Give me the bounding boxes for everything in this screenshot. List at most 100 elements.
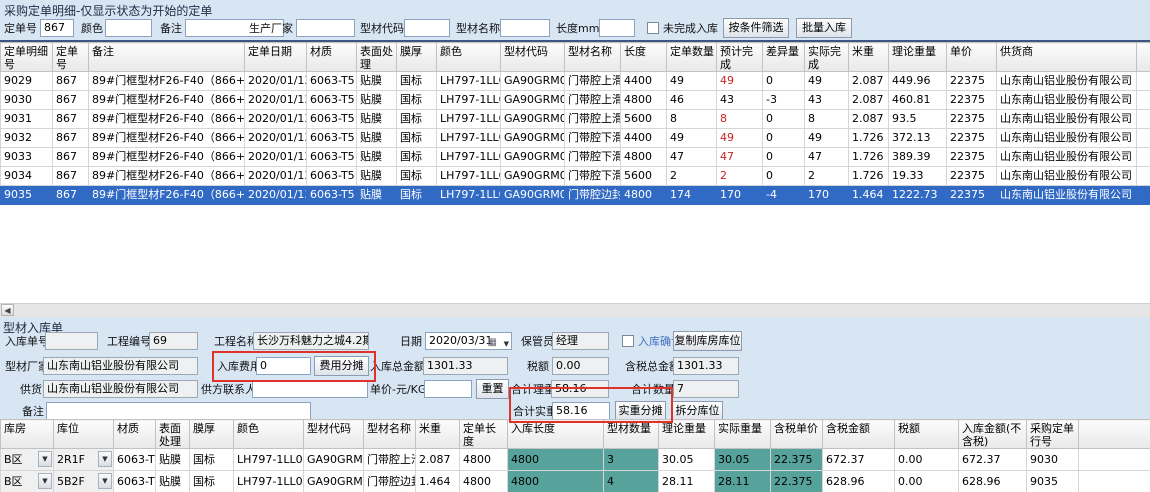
- column-header[interactable]: 定单日期: [245, 43, 307, 72]
- factory-field[interactable]: 山东南山铝业股份有限公司: [43, 357, 198, 375]
- column-header[interactable]: 颜色: [234, 420, 304, 449]
- table-row[interactable]: 903186789#门框型材F26-F40（866+867）2020/01/13…: [1, 110, 1150, 129]
- column-header[interactable]: 型材代码: [304, 420, 364, 449]
- supplier-contact-input[interactable]: [252, 380, 368, 398]
- order-no-input[interactable]: 867: [40, 19, 74, 37]
- profile-name-filter-input[interactable]: [500, 19, 550, 37]
- column-header[interactable]: 定单明细号: [1, 43, 53, 72]
- keeper-field[interactable]: 经理: [552, 332, 609, 350]
- column-header[interactable]: 税额: [895, 420, 959, 449]
- cell: 门带腔上滑: [565, 91, 621, 110]
- chevron-down-icon[interactable]: ▼: [504, 336, 509, 350]
- column-header[interactable]: 材质: [114, 420, 156, 449]
- remark-input[interactable]: [46, 402, 311, 420]
- table-row[interactable]: 903386789#门框型材F26-F40（866+867）2020/01/13…: [1, 148, 1150, 167]
- copy-location-button[interactable]: 复制库房库位: [673, 331, 742, 351]
- project-no-label: 工程编号: [107, 334, 151, 350]
- column-header[interactable]: 采购定单行号: [1027, 420, 1079, 449]
- dropdown-arrow-icon[interactable]: ▼: [38, 451, 52, 467]
- reset-button[interactable]: 重置: [476, 379, 509, 399]
- inbound-confirm-checkbox[interactable]: [622, 335, 634, 347]
- column-header[interactable]: 颜色: [437, 43, 501, 72]
- column-header[interactable]: 实际完成: [805, 43, 849, 72]
- total-amount-field[interactable]: 1301.33: [423, 357, 508, 375]
- column-header[interactable]: 定单号: [53, 43, 89, 72]
- column-header[interactable]: 入库长度: [508, 420, 604, 449]
- column-header[interactable]: 差异量: [763, 43, 805, 72]
- column-header[interactable]: 米重: [416, 420, 460, 449]
- table-row[interactable]: 902986789#门框型材F26-F40（866+867）2020/01/13…: [1, 72, 1150, 91]
- cell: 89#门框型材F26-F40（866+867）: [89, 72, 245, 91]
- column-header[interactable]: 型材名称: [565, 43, 621, 72]
- cell: 49: [667, 72, 717, 91]
- cell: 9035: [1027, 471, 1079, 492]
- column-header[interactable]: 膜厚: [190, 420, 234, 449]
- scroll-left-icon[interactable]: ◀: [1, 304, 14, 316]
- column-header[interactable]: 单价: [947, 43, 997, 72]
- column-header[interactable]: 库位: [54, 420, 114, 449]
- column-header[interactable]: 表面处理: [357, 43, 397, 72]
- project-name-field[interactable]: 长沙万科魅力之城4.2期: [253, 332, 369, 350]
- cell: 170: [805, 186, 849, 205]
- color-filter-input[interactable]: [105, 19, 152, 37]
- horizontal-scrollbar[interactable]: ◀: [0, 303, 1150, 317]
- profile-code-filter-input[interactable]: [404, 19, 450, 37]
- manufacturer-input[interactable]: [296, 19, 355, 37]
- date-picker[interactable]: 2020/03/31 ▦ ▼: [425, 332, 512, 350]
- column-header[interactable]: 米重: [849, 43, 889, 72]
- cell: 22375: [947, 129, 997, 148]
- table-row[interactable]: B区▼5B2F▼6063-T5贴膜国标LH797-1LL0GA90GRM05门带…: [1, 471, 1150, 492]
- column-header[interactable]: 长度: [621, 43, 667, 72]
- cell-spacer: [1137, 91, 1150, 110]
- column-header[interactable]: 型材数量: [604, 420, 659, 449]
- cell: 4800: [508, 471, 604, 492]
- tax-field[interactable]: 0.00: [552, 357, 609, 375]
- table-row[interactable]: B区▼2R1F▼6063-T5贴膜国标LH797-1LL0GA90GRM03门带…: [1, 449, 1150, 471]
- cell: 2020/01/13: [245, 167, 307, 186]
- column-header[interactable]: 膜厚: [397, 43, 437, 72]
- column-header[interactable]: 定单数量: [667, 43, 717, 72]
- project-no-field[interactable]: 69: [149, 332, 198, 350]
- column-header[interactable]: 预计完成: [717, 43, 763, 72]
- column-header[interactable]: 理论重量: [659, 420, 715, 449]
- column-header[interactable]: 供货商: [997, 43, 1137, 72]
- column-header[interactable]: 实际重量: [715, 420, 771, 449]
- supplier-contact-label: 供方联系人: [201, 382, 256, 398]
- total-qty-field[interactable]: 7: [673, 380, 739, 398]
- filter-by-condition-button[interactable]: 按条件筛选: [723, 18, 789, 38]
- column-header[interactable]: 含税金额: [823, 420, 895, 449]
- cell: 867: [53, 72, 89, 91]
- header-row: 库房库位材质表面处理膜厚颜色型材代码型材名称米重定单长度入库长度型材数量理论重量…: [1, 420, 1150, 449]
- cell: 19.33: [889, 167, 947, 186]
- unfinished-inbound-checkbox[interactable]: [647, 22, 659, 34]
- column-header[interactable]: 库房: [1, 420, 54, 449]
- dropdown-arrow-icon[interactable]: ▼: [98, 473, 112, 489]
- table-row[interactable]: 903486789#门框型材F26-F40（866+867）2020/01/13…: [1, 167, 1150, 186]
- split-location-button[interactable]: 拆分库位: [672, 401, 723, 421]
- column-header[interactable]: 理论重量: [889, 43, 947, 72]
- inbound-no-field[interactable]: [45, 332, 98, 350]
- total-with-tax-field[interactable]: 1301.33: [673, 357, 739, 375]
- cell: 贴膜: [357, 167, 397, 186]
- dropdown-arrow-icon[interactable]: ▼: [38, 473, 52, 489]
- column-header[interactable]: 型材名称: [364, 420, 416, 449]
- cell: 22375: [947, 148, 997, 167]
- calendar-icon[interactable]: ▦: [488, 335, 497, 350]
- dropdown-arrow-icon[interactable]: ▼: [98, 451, 112, 467]
- table-row[interactable]: 903286789#门框型材F26-F40（866+867）2020/01/13…: [1, 129, 1150, 148]
- cell: 449.96: [889, 72, 947, 91]
- supplier-field[interactable]: 山东南山铝业股份有限公司: [43, 380, 198, 398]
- cell: 贴膜: [156, 471, 190, 492]
- column-header[interactable]: 含税单价: [771, 420, 823, 449]
- table-row[interactable]: 903086789#门框型材F26-F40（866+867）2020/01/13…: [1, 91, 1150, 110]
- length-filter-input[interactable]: [599, 19, 635, 37]
- unit-price-input[interactable]: [424, 380, 472, 398]
- column-header[interactable]: 材质: [307, 43, 357, 72]
- column-header[interactable]: 型材代码: [501, 43, 565, 72]
- batch-inbound-button[interactable]: 批量入库: [796, 18, 852, 38]
- table-row[interactable]: 903586789#门框型材F26-F40（866+867）2020/01/13…: [1, 186, 1150, 205]
- column-header[interactable]: 表面处理: [156, 420, 190, 449]
- column-header[interactable]: 备注: [89, 43, 245, 72]
- column-header[interactable]: 定单长度: [460, 420, 508, 449]
- column-header[interactable]: 入库金额(不含税): [959, 420, 1027, 449]
